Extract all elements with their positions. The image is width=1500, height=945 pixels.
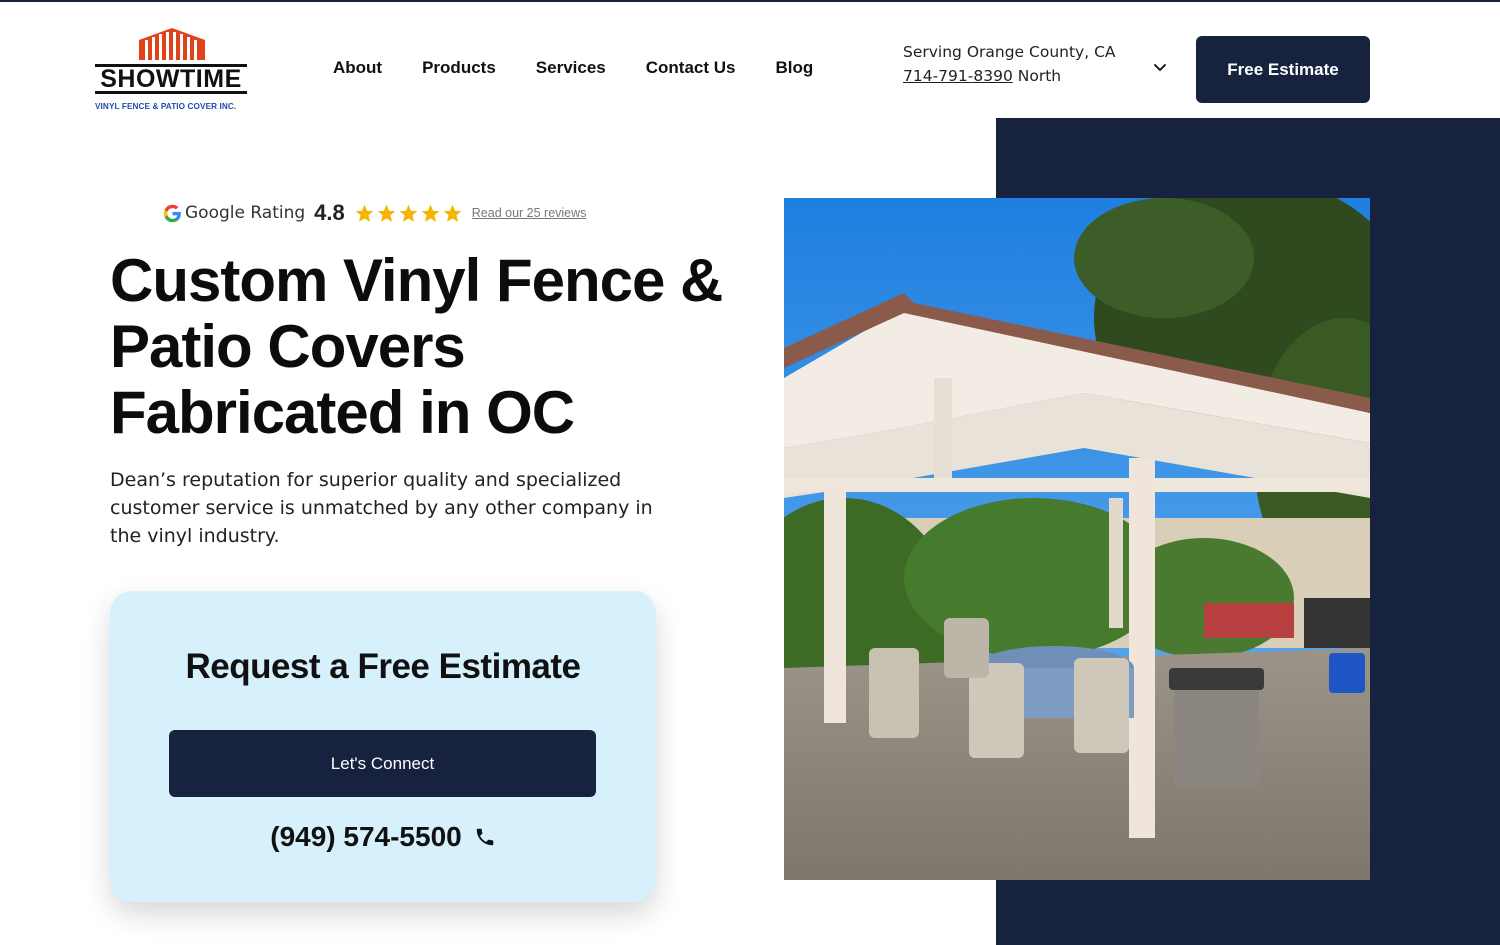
phone-icon	[476, 828, 493, 846]
serving-area: Serving Orange County, CA	[903, 43, 1116, 61]
google-icon	[163, 204, 181, 222]
location-selector[interactable]: Serving Orange County, CA 714-791-8390 N…	[903, 40, 1116, 88]
nav-contact-us[interactable]: Contact Us	[646, 58, 736, 78]
star-icon	[377, 204, 396, 222]
nav-products[interactable]: Products	[422, 58, 496, 78]
star-icon	[399, 204, 418, 222]
estimate-card: Request a Free Estimate Let's Connect (9…	[110, 591, 656, 902]
location-phone-link[interactable]: 714-791-8390	[903, 67, 1013, 85]
estimate-card-title: Request a Free Estimate	[185, 647, 581, 686]
rating-score: 4.8	[314, 200, 345, 225]
star-icon	[355, 204, 374, 222]
location-region: North	[1017, 67, 1062, 85]
rating-stars	[354, 203, 463, 224]
free-estimate-button[interactable]: Free Estimate	[1196, 36, 1370, 103]
chevron-down-icon[interactable]	[1152, 60, 1168, 76]
lets-connect-button[interactable]: Let's Connect	[169, 730, 596, 797]
google-rating: Google Rating 4.8 Read our 25 reviews	[162, 200, 586, 226]
star-icon	[421, 204, 440, 222]
star-icon	[443, 204, 462, 222]
estimate-phone-number: (949) 574-5500	[270, 821, 462, 852]
estimate-phone-link[interactable]: (949) 574-5500	[110, 821, 656, 853]
location-line: 714-791-8390 North	[903, 64, 1116, 88]
brand-name: SHOWTIME	[95, 64, 247, 94]
brand-tagline: VINYL FENCE & PATIO COVER INC.	[95, 102, 237, 111]
nav-about[interactable]: About	[333, 58, 382, 78]
nav-blog[interactable]: Blog	[775, 58, 813, 78]
hero-title: Custom Vinyl Fence & Patio Covers Fabric…	[110, 247, 723, 446]
reviews-link[interactable]: Read our 25 reviews	[472, 206, 587, 220]
patio-cover-photo	[784, 198, 1370, 880]
hero-description: Dean’s reputation for superior quality a…	[110, 469, 653, 547]
nav-services[interactable]: Services	[536, 58, 606, 78]
garage-icon	[139, 28, 205, 60]
brand-logo[interactable]: SHOWTIME VINYL FENCE & PATIO COVER INC.	[95, 26, 250, 116]
main-nav: About Products Services Contact Us Blog	[333, 58, 853, 78]
rating-label: Google Rating	[185, 203, 306, 223]
top-accent-line	[0, 0, 1500, 2]
